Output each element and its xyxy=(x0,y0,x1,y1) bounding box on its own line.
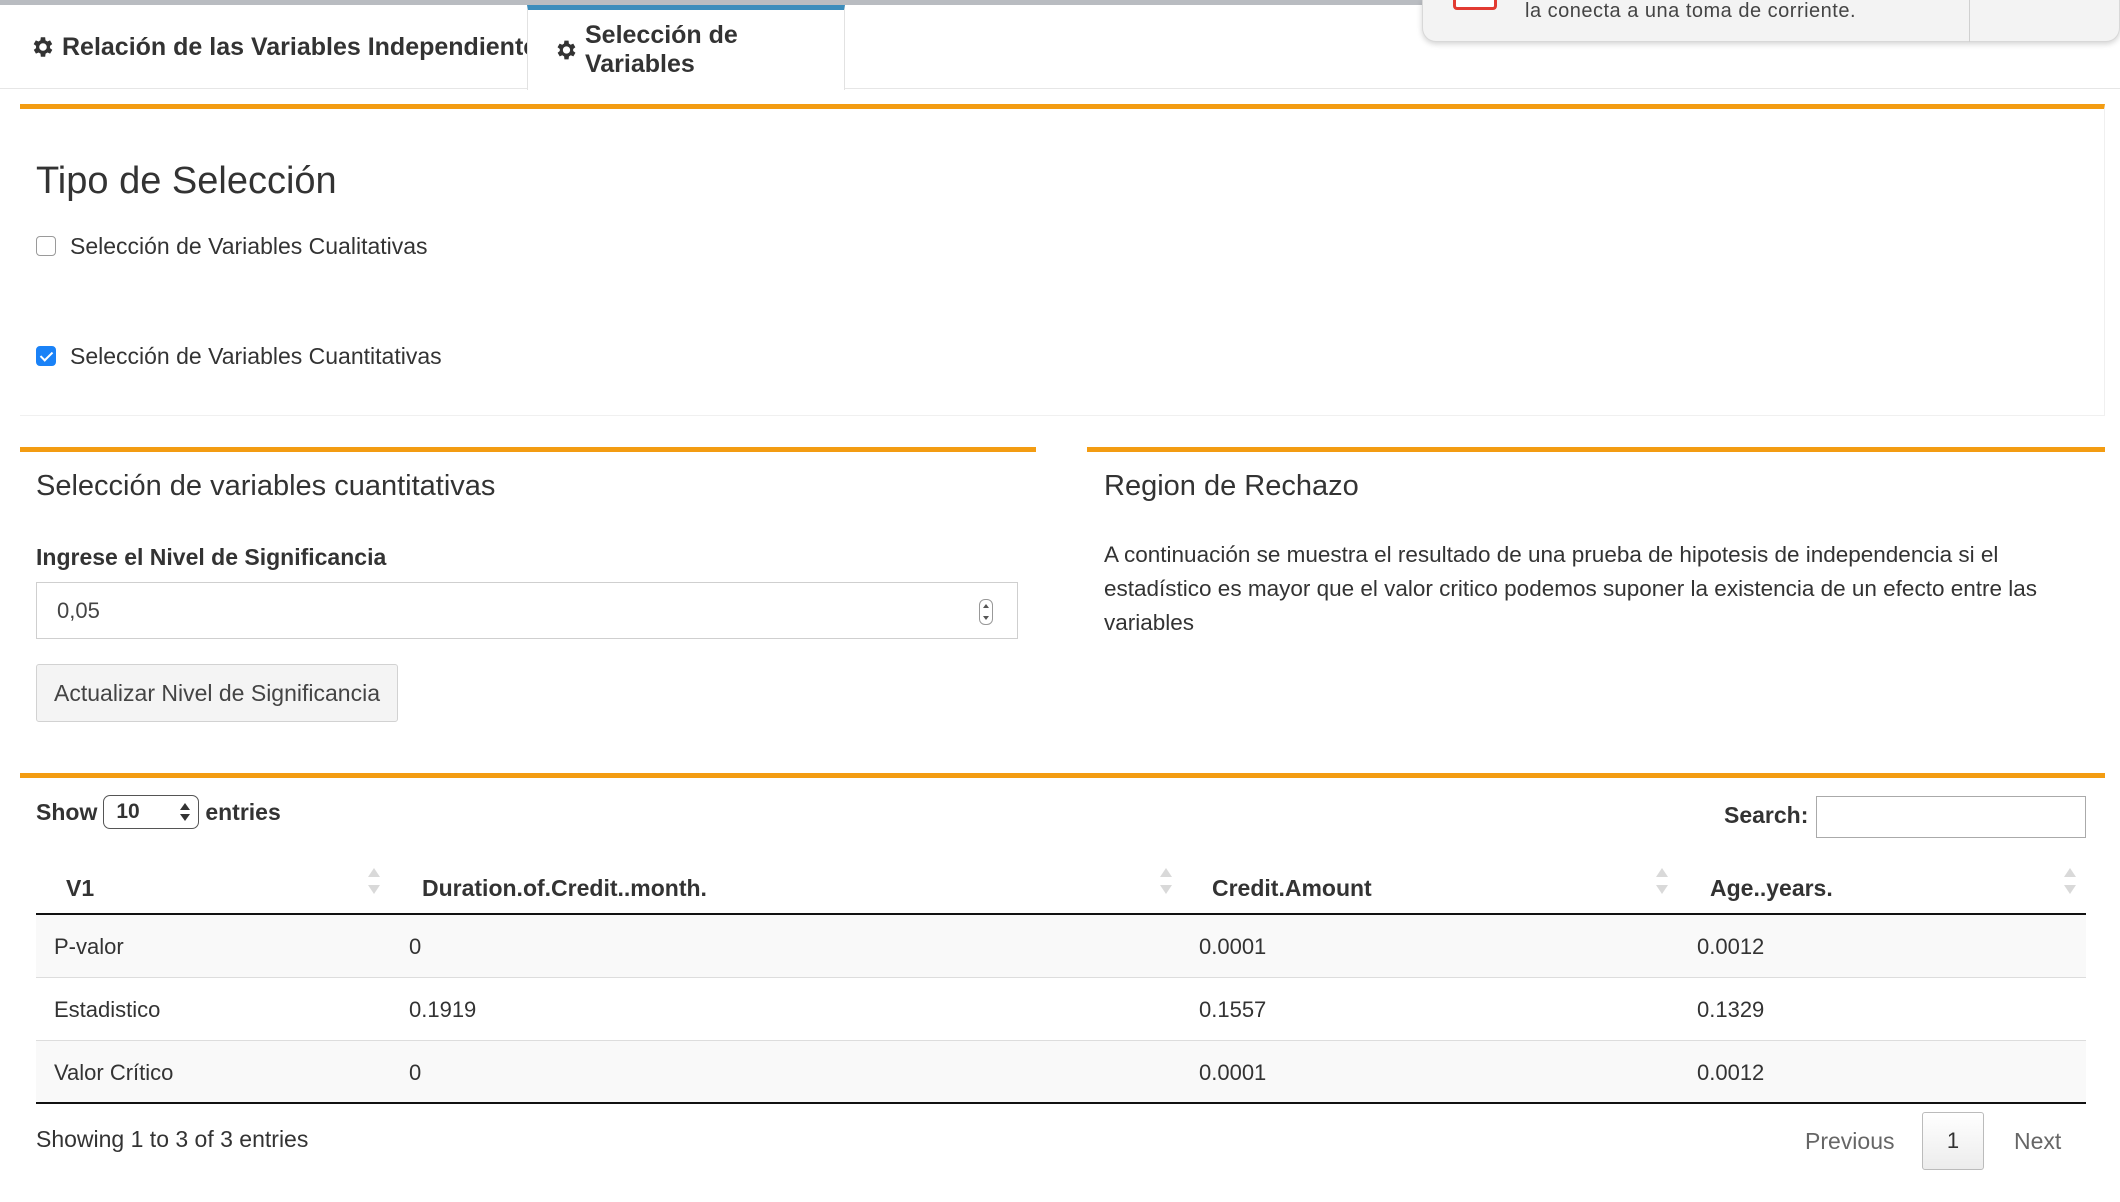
entries-select[interactable]: 10 xyxy=(103,795,200,829)
table-row: Estadistico 0.1919 0.1557 0.1329 xyxy=(36,978,2086,1041)
show-label: Show xyxy=(36,798,98,825)
update-significance-button[interactable]: Actualizar Nivel de Significancia xyxy=(36,664,398,722)
search-label: Search: xyxy=(1724,802,1809,828)
column-header-v1[interactable]: V1 xyxy=(66,862,94,914)
table-cell: Estadistico xyxy=(54,996,161,1022)
table-cell: 0.0001 xyxy=(1199,933,1267,959)
table-row: Valor Crítico 0 0.0001 0.0012 xyxy=(36,1041,2086,1104)
table-cell: 0.1557 xyxy=(1199,996,1267,1022)
sort-icon[interactable] xyxy=(368,868,380,894)
table-row: P-valor 0 0.0001 0.0012 xyxy=(36,915,2086,978)
battery-icon xyxy=(1453,0,1497,10)
significance-value: 0,05 xyxy=(57,597,100,623)
select-arrows-icon xyxy=(180,802,191,822)
table-cell: 0.1329 xyxy=(1697,996,1765,1022)
significance-input[interactable]: 0,05 xyxy=(36,582,1018,639)
sort-icon[interactable] xyxy=(1656,868,1668,894)
quantitative-panel-title: Selección de variables cuantitativas xyxy=(36,470,496,502)
table-cell: 0 xyxy=(409,1059,422,1085)
search-input[interactable] xyxy=(1816,796,2086,838)
gear-icon xyxy=(33,37,53,57)
rejection-description: A continuación se muestra el resultado d… xyxy=(1104,542,2038,635)
tab-label: Selección de Variables xyxy=(584,21,738,78)
table-cell: 0.0012 xyxy=(1697,1059,1765,1085)
table-cell: P-valor xyxy=(54,933,124,959)
checkbox-label-cualitativas: Selección de Variables Cualitativas xyxy=(70,233,428,259)
entries-length-control: Show 10 entries xyxy=(36,794,281,830)
tab-relacion-variables[interactable]: Relación de las Variables Independientes xyxy=(30,5,551,89)
checkbox-cualitativas[interactable] xyxy=(36,236,56,256)
rejection-panel-title: Region de Rechazo xyxy=(1104,470,1359,502)
column-header-duration[interactable]: Duration.of.Credit..month. xyxy=(422,862,707,914)
tab-label: Relación de las Variables Independientes xyxy=(62,32,552,61)
tab-seleccion-variables[interactable]: Selección de Variables xyxy=(527,5,845,90)
column-header-credit-amount[interactable]: Credit.Amount xyxy=(1212,862,1372,914)
checkbox-label-cuantitativas: Selección de Variables Cuantitativas xyxy=(70,343,442,369)
table-cell: Valor Crítico xyxy=(54,1059,174,1085)
selection-type-title: Tipo de Selección xyxy=(36,160,337,202)
entries-label: entries xyxy=(205,798,281,825)
notification-divider xyxy=(1969,0,1970,42)
sort-icon[interactable] xyxy=(1160,868,1172,894)
table-info: Showing 1 to 3 of 3 entries xyxy=(36,1126,309,1152)
notification-popup[interactable]: la conecta a una toma de corriente. xyxy=(1422,0,2120,42)
column-header-age[interactable]: Age..years. xyxy=(1710,862,1833,914)
pagination-next[interactable]: Next xyxy=(2014,1128,2061,1155)
table-cell: 0.0012 xyxy=(1697,933,1765,959)
pagination-page-1[interactable]: 1 xyxy=(1922,1112,1984,1170)
gear-icon xyxy=(557,40,576,60)
sort-icon[interactable] xyxy=(2064,868,2076,894)
entries-select-value: 10 xyxy=(116,800,140,823)
spinner-arrows-icon[interactable] xyxy=(979,599,993,625)
significance-label: Ingrese el Nivel de Significancia xyxy=(36,544,387,570)
table-cell: 0 xyxy=(409,933,422,959)
table-cell: 0.1919 xyxy=(409,996,477,1022)
checkbox-cuantitativas[interactable] xyxy=(36,346,56,366)
pagination-previous[interactable]: Previous xyxy=(1805,1128,1894,1155)
notification-text: la conecta a una toma de corriente. xyxy=(1525,0,1857,22)
table-cell: 0.0001 xyxy=(1199,1059,1267,1085)
